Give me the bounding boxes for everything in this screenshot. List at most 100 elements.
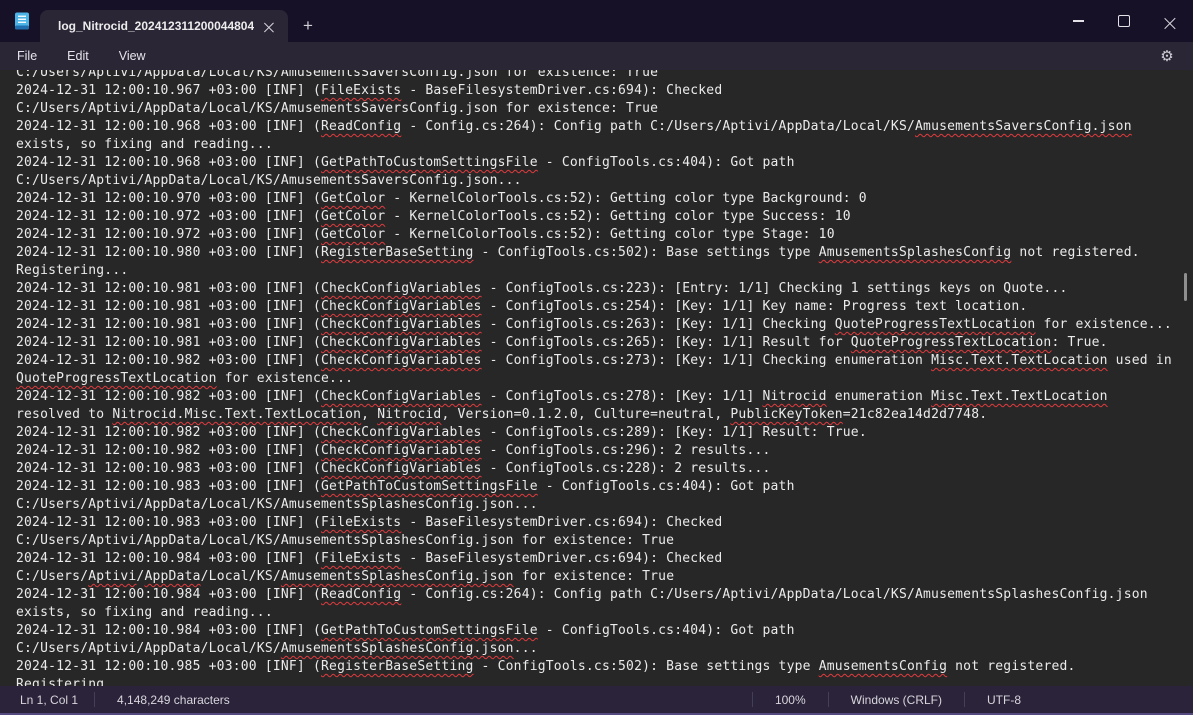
log-text: 2024-12-31 12:00:10.972 +03:00 [INF] (: [16, 227, 321, 242]
log-text: 2024-12-31 12:00:10.981 +03:00 [INF] (: [16, 299, 321, 314]
log-text: - BaseFilesystemDriver.cs:694): Checked: [401, 515, 722, 530]
log-text: 2024-12-31 12:00:10.970 +03:00 [INF] (: [16, 191, 321, 206]
misspelled-word: QuoteProgressTextLocation: [835, 317, 1036, 332]
log-text: C:/Users/Aptivi/AppData/Local/KS/Amuseme…: [16, 101, 658, 116]
log-line: 2024-12-31 12:00:10.972 +03:00 [INF] (Ge…: [16, 226, 1193, 244]
log-line: C:/Users/Aptivi/AppData/Local/KS/Amuseme…: [16, 532, 1193, 550]
log-text: not registered.: [1011, 245, 1139, 260]
log-text: - ConfigTools.cs:404): Got path: [538, 479, 795, 494]
gear-icon[interactable]: ⚙: [1155, 45, 1179, 67]
close-icon: [264, 21, 275, 32]
tab-close-button[interactable]: [258, 15, 280, 37]
log-text: 2024-12-31 12:00:10.984 +03:00 [INF] (: [16, 623, 321, 638]
log-line: 2024-12-31 12:00:10.970 +03:00 [INF] (Ge…: [16, 190, 1193, 208]
maximize-button[interactable]: [1101, 0, 1147, 42]
log-text: - ConfigTools.cs:278): [Key: 1/1]: [482, 389, 763, 404]
log-text: 2024-12-31 12:00:10.980 +03:00 [INF] (: [16, 245, 321, 260]
text-editor-area[interactable]: C:/Users/Aptivi/AppData/Local/KS/Amuseme…: [0, 70, 1193, 686]
log-text: 2024-12-31 12:00:10.982 +03:00 [INF] (: [16, 353, 321, 368]
misspelled-word: GetPathToCustomSettingsFile: [321, 479, 538, 494]
log-lines: C:/Users/Aptivi/AppData/Local/KS/Amuseme…: [0, 70, 1193, 686]
log-line: C:/Users/Aptivi/AppData/Local/KS/Amuseme…: [16, 640, 1193, 658]
misspelled-word: AmusementsSaversConfig.json: [915, 119, 1132, 134]
misspelled-word: Nitrocid.Misc.Text.TextLocation: [112, 407, 361, 422]
misspelled-word: AmusementsSplashesConfig.json: [281, 569, 514, 584]
log-text: 2024-12-31 12:00:10.983 +03:00 [INF] (: [16, 479, 321, 494]
menu-file[interactable]: File: [2, 45, 52, 67]
misspelled-word: CheckConfigVariables: [321, 299, 482, 314]
misspelled-word: Misc.Text.TextLocation: [931, 353, 1108, 368]
misspelled-word: ReadConfig: [321, 119, 401, 134]
log-text: used in: [1108, 353, 1172, 368]
menu-view[interactable]: View: [104, 45, 161, 67]
log-text: - BaseFilesystemDriver.cs:694): Checked: [401, 83, 722, 98]
misspelled-word: Aptivi: [88, 569, 136, 584]
misspelled-word: GetPathToCustomSettingsFile: [321, 623, 538, 638]
misspelled-word: AmusementsSplashesConfig: [819, 245, 1012, 260]
log-line: QuoteProgressTextLocation for existence.…: [16, 370, 1193, 388]
log-line: 2024-12-31 12:00:10.983 +03:00 [INF] (Ch…: [16, 460, 1193, 478]
misspelled-word: FileExists: [321, 551, 401, 566]
log-text: exists, so fixing and reading...: [16, 605, 273, 620]
misspelled-word: RegisterBaseSetting: [321, 659, 474, 674]
close-button[interactable]: [1147, 0, 1193, 42]
misspelled-word: GetPathToCustomSettingsFile: [321, 155, 538, 170]
log-line: C:/Users/Aptivi/AppData/Local/KS/Amuseme…: [16, 496, 1193, 514]
log-text: Registering...: [16, 677, 128, 686]
log-line: C:/Users/Aptivi/AppData/Local/KS/Amuseme…: [16, 568, 1193, 586]
log-text: - ConfigTools.cs:254): [Key: 1/1] Key na…: [482, 299, 1028, 314]
close-icon: [1165, 16, 1176, 27]
character-count: 4,148,249 characters: [95, 686, 252, 713]
menu-edit[interactable]: Edit: [52, 45, 104, 67]
log-text: ...: [514, 641, 538, 656]
misspelled-word: ReadConfig: [321, 587, 401, 602]
statusbar-left: Ln 1, Col 1 4,148,249 characters: [0, 686, 252, 713]
misspelled-word: CheckConfigVariables: [321, 425, 482, 440]
log-text: 2024-12-31 12:00:10.967 +03:00 [INF] (: [16, 83, 321, 98]
log-line: C:/Users/Aptivi/AppData/Local/KS/Amuseme…: [16, 100, 1193, 118]
log-line: 2024-12-31 12:00:10.984 +03:00 [INF] (Re…: [16, 586, 1193, 604]
minimize-button[interactable]: [1055, 0, 1101, 42]
log-text: - KernelColorTools.cs:52): Getting color…: [385, 209, 851, 224]
zoom-level: 100%: [753, 686, 828, 713]
log-text: - ConfigTools.cs:296): 2 results...: [482, 443, 771, 458]
log-text: - ConfigTools.cs:404): Got path: [538, 155, 795, 170]
log-line: 2024-12-31 12:00:10.982 +03:00 [INF] (Ch…: [16, 352, 1193, 370]
log-text: 2024-12-31 12:00:10.983 +03:00 [INF] (: [16, 515, 321, 530]
log-text: - BaseFilesystemDriver.cs:694): Checked: [401, 551, 722, 566]
log-text: =21c82ea14d2d7748.: [843, 407, 987, 422]
vertical-scrollbar-thumb[interactable]: [1184, 273, 1187, 301]
titlebar: log_Nitrocid_202412311200044804 +: [0, 0, 1193, 42]
minimize-icon: [1073, 20, 1084, 21]
log-text: 2024-12-31 12:00:10.981 +03:00 [INF] (: [16, 335, 321, 350]
log-text: - ConfigTools.cs:273): [Key: 1/1] Checki…: [482, 353, 932, 368]
log-text: - ConfigTools.cs:265): [Key: 1/1] Result…: [482, 335, 851, 350]
misspelled-word: RegisterBaseSetting: [321, 245, 474, 260]
new-tab-button[interactable]: +: [296, 14, 320, 38]
log-text: enumeration: [827, 389, 931, 404]
log-text: 2024-12-31 12:00:10.981 +03:00 [INF] (: [16, 281, 321, 296]
log-line: exists, so fixing and reading...: [16, 604, 1193, 622]
log-text: 2024-12-31 12:00:10.968 +03:00 [INF] (: [16, 155, 321, 170]
log-text: , Version=0.1.2.0, Culture=neutral,: [441, 407, 730, 422]
misspelled-word: Nitrocid: [377, 407, 441, 422]
misspelled-word: CheckConfigVariables: [321, 317, 482, 332]
log-text: exists, so fixing and reading...: [16, 137, 273, 152]
document-tab[interactable]: log_Nitrocid_202412311200044804: [40, 10, 288, 42]
log-line: 2024-12-31 12:00:10.981 +03:00 [INF] (Ch…: [16, 280, 1193, 298]
misspelled-word: CheckConfigVariables: [321, 335, 482, 350]
log-text: C:/Users/Aptivi/AppData/Local/KS/Amuseme…: [16, 173, 522, 188]
log-text: for existence...: [217, 371, 353, 386]
log-line: 2024-12-31 12:00:10.982 +03:00 [INF] (Ch…: [16, 388, 1193, 406]
log-line: 2024-12-31 12:00:10.981 +03:00 [INF] (Ch…: [16, 334, 1193, 352]
log-line: 2024-12-31 12:00:10.982 +03:00 [INF] (Ch…: [16, 442, 1193, 460]
log-text: : True.: [1051, 335, 1107, 350]
log-text: /Local/KS/: [201, 569, 281, 584]
log-text: - ConfigTools.cs:263): [Key: 1/1] Checki…: [482, 317, 835, 332]
misspelled-word: AmusementsConfig: [819, 659, 947, 674]
log-text: Registering...: [16, 263, 128, 278]
log-line: C:/Users/Aptivi/AppData/Local/KS/Amuseme…: [16, 70, 1193, 82]
misspelled-word: Misc.Text.TextLocation: [931, 389, 1108, 404]
log-line: exists, so fixing and reading...: [16, 136, 1193, 154]
log-text: 2024-12-31 12:00:10.985 +03:00 [INF] (: [16, 659, 321, 674]
